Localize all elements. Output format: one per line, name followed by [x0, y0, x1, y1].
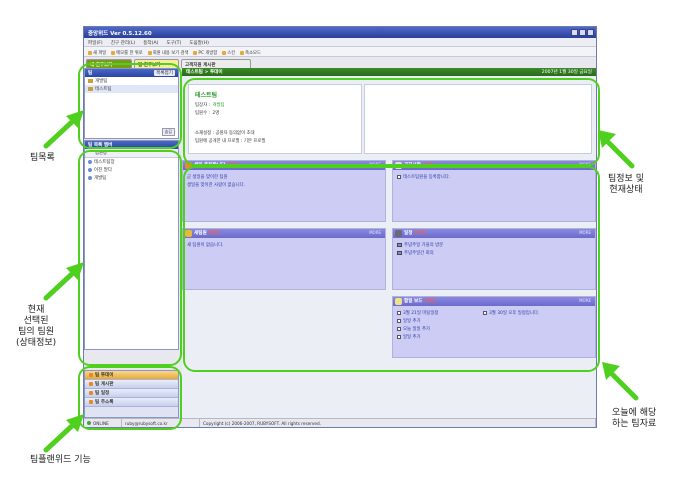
small-mode-icon — [240, 50, 245, 55]
toolbar-new-file[interactable]: 새 파일 — [88, 49, 106, 56]
maximize-button[interactable] — [579, 29, 586, 36]
menu-tools[interactable]: 도구(T) — [166, 40, 181, 46]
menu-help[interactable]: 도움말(H) — [189, 40, 209, 46]
toolbar-memo[interactable]: 메모를 한 위로 — [111, 49, 143, 56]
arrow-team-info — [598, 130, 635, 169]
toolbar-search[interactable]: 회원 내용 보기 검색 — [147, 49, 188, 56]
arrow-functions — [43, 414, 84, 453]
annotation-team-status: 팀정보 및 현재상태 — [608, 174, 644, 195]
monitor-icon — [193, 50, 198, 55]
highlight-functions — [78, 366, 182, 430]
annotation-members: 현재 선택된 팀의 팀원 (상태정보) — [16, 305, 57, 348]
toolbar-small-mode[interactable]: 축소모드 — [240, 49, 261, 56]
window-title: 중앙위드 Ver 0.5.12.60 — [88, 31, 152, 37]
arrow-members — [43, 262, 84, 301]
highlight-team-list — [78, 63, 182, 149]
highlight-team-info — [183, 78, 600, 166]
arrow-team-list — [43, 110, 84, 149]
minimize-button[interactable] — [571, 29, 578, 36]
highlight-today-data — [183, 166, 600, 372]
highlight-member-list — [78, 150, 182, 366]
menu-action[interactable]: 동작(A) — [143, 40, 158, 46]
menu-friends[interactable]: 친구 관리(L) — [111, 40, 136, 46]
menu-icon — [222, 50, 227, 55]
annotation-functions: 팀플랜위드 기능 — [30, 455, 91, 465]
memo-icon — [111, 50, 116, 55]
menu-file[interactable]: 파일(F) — [88, 40, 103, 46]
main-header: 테스트팀 > 투데이 2007년 1월 30일 금요일 — [182, 68, 596, 76]
document-icon — [88, 50, 92, 55]
toolbar-pc[interactable]: PC 개방함 — [193, 49, 217, 56]
annotation-today-data: 오늘에 해당 하는 팀자료 — [612, 408, 657, 429]
search-icon — [147, 50, 152, 55]
close-button[interactable] — [587, 29, 594, 36]
menu-bar: 파일(F) 친구 관리(L) 동작(A) 도구(T) 도움말(H) — [84, 38, 596, 47]
tab-support-board[interactable]: 고객지원 게시판 — [181, 59, 251, 68]
toolbar: 새 파일 메모를 한 위로 회원 내용 보기 검색 PC 개방함 스킨 축소모드 — [84, 47, 596, 57]
status-copyright: Copyright (c) 2006-2007, RUBYSOFT. All r… — [200, 419, 596, 427]
date-label: 2007년 1월 30일 금요일 — [541, 70, 592, 75]
annotation-team-list: 팀목록 — [30, 153, 55, 163]
title-bar: 중앙위드 Ver 0.5.12.60 — [84, 27, 596, 38]
breadcrumb: 테스트팀 > 투데이 — [186, 70, 223, 75]
arrow-today-data — [602, 362, 639, 401]
window-controls — [571, 29, 594, 36]
toolbar-skin[interactable]: 스킨 — [222, 49, 235, 56]
